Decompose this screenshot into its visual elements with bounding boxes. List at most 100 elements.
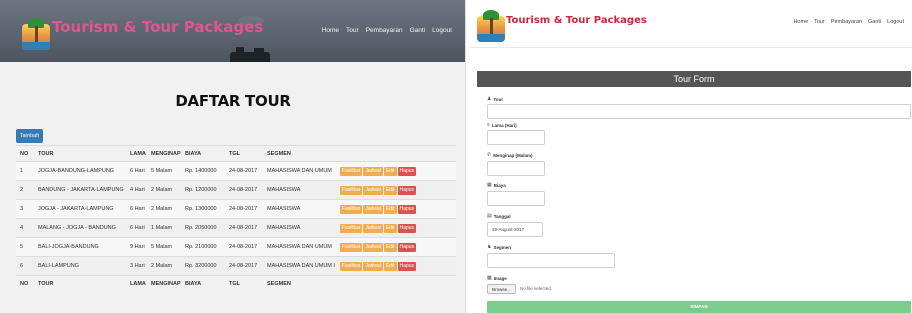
nav-tour[interactable]: Tour xyxy=(814,19,825,25)
cell-menginap: 1 Malam xyxy=(147,218,181,238)
cell-tour: BALI-JOGJA-BANDUNG xyxy=(34,237,126,257)
no-file-text: No file selected. xyxy=(520,286,553,291)
table-row: 5 BALI-JOGJA-BANDUNG 9 Hari 5 Malam Rp. … xyxy=(16,237,456,257)
hapus-button[interactable]: Hapus xyxy=(397,242,416,252)
biaya-label: ▦ Biaya xyxy=(487,182,506,188)
hapus-button[interactable]: Hapus xyxy=(397,166,416,176)
nav-ganti[interactable]: Ganti xyxy=(410,27,426,34)
cell-lama: 9 Hari xyxy=(126,237,147,257)
cell-tgl: 24-08-2017 xyxy=(225,180,263,200)
foot-biaya: BIAYA xyxy=(181,275,225,292)
fasilitas-button[interactable]: Fasilitas xyxy=(340,223,363,233)
biaya-label-text: Biaya xyxy=(493,182,506,188)
simpan-button[interactable]: SIMPAN xyxy=(487,301,911,313)
logo-text: Tourism & Tour Packages xyxy=(506,15,647,26)
foot-segmen: SEGMEN xyxy=(263,275,336,292)
cell-tour: JOGJA-BANDUNG-LAMPUNG xyxy=(34,161,126,181)
cell-no: 1 xyxy=(16,161,34,181)
col-tgl: TGL xyxy=(225,145,263,162)
hapus-button[interactable]: Hapus xyxy=(397,204,416,214)
form-title: Tour Form xyxy=(477,71,911,87)
top-nav: Home Tour Pembayaran Ganti Logout xyxy=(322,27,452,34)
nav-ganti[interactable]: Ganti xyxy=(868,19,881,25)
nav-home[interactable]: Home xyxy=(793,19,808,25)
segmen-label-text: Segmen xyxy=(493,244,511,250)
cell-biaya: Rp. 3200000 xyxy=(181,256,225,276)
hapus-button[interactable]: Hapus xyxy=(397,223,416,233)
cell-no: 3 xyxy=(16,199,34,219)
segmen-input[interactable] xyxy=(487,253,615,268)
cell-segmen: MAHASISWA xyxy=(263,180,336,200)
hapus-button[interactable]: Hapus xyxy=(397,185,416,195)
add-button[interactable]: Tambah xyxy=(16,129,43,143)
col-segmen: SEGMEN xyxy=(263,145,336,162)
tour-list-screen: Tourism & Tour Packages Home Tour Pembay… xyxy=(0,0,466,313)
edit-button[interactable]: Edit xyxy=(383,185,397,195)
cell-no: 6 xyxy=(16,256,34,276)
edit-button[interactable]: Edit xyxy=(383,223,397,233)
tour-label: ♟ Tour xyxy=(487,96,503,102)
tanggal-label: ▤ Tanggal xyxy=(487,213,511,219)
edit-button[interactable]: Edit xyxy=(383,166,397,176)
nav-logout[interactable]: Logout xyxy=(887,19,904,25)
foot-tour: TOUR xyxy=(34,275,126,292)
foot-menginap: MENGINAP xyxy=(147,275,181,292)
nav-logout[interactable]: Logout xyxy=(432,27,452,34)
cell-menginap: 5 Malam xyxy=(147,161,181,181)
page-title: DAFTAR TOUR xyxy=(175,92,291,110)
users-icon: ♞ xyxy=(487,244,492,250)
jadwal-button[interactable]: Jadwal xyxy=(363,204,383,214)
fasilitas-button[interactable]: Fasilitas xyxy=(340,185,363,195)
lama-label: ≡ Lama (Hari) xyxy=(487,122,517,128)
cell-biaya: Rp. 1200000 xyxy=(181,180,225,200)
lama-input[interactable] xyxy=(487,130,545,145)
segmen-label: ♞ Segmen xyxy=(487,244,511,250)
phone-icon: ✆ xyxy=(487,152,492,158)
edit-button[interactable]: Edit xyxy=(383,242,397,252)
cell-tgl: 24-08-2017 xyxy=(225,199,263,219)
jadwal-button[interactable]: Jadwal xyxy=(363,242,383,252)
nav-pembayaran[interactable]: Pembayaran xyxy=(366,27,403,34)
cell-tgl: 24-08-2017 xyxy=(225,256,263,276)
jadwal-button[interactable]: Jadwal xyxy=(363,223,383,233)
cell-no: 2 xyxy=(16,180,34,200)
biaya-input[interactable] xyxy=(487,191,545,206)
edit-button[interactable]: Edit xyxy=(383,204,397,214)
foot-no: NO xyxy=(16,275,34,292)
cell-actions: Fasilitas Jadwal Edit Hapus xyxy=(336,237,456,257)
lama-label-text: Lama (Hari) xyxy=(491,122,517,128)
menginap-input[interactable] xyxy=(487,161,545,176)
cell-tgl: 24-08-2017 xyxy=(225,237,263,257)
tour-input[interactable] xyxy=(487,104,911,119)
nav-pembayaran[interactable]: Pembayaran xyxy=(831,19,862,25)
cell-tour: BALI-LAMPUNG xyxy=(34,256,126,276)
jadwal-button[interactable]: Jadwal xyxy=(363,166,383,176)
browse-button[interactable]: Browse... xyxy=(487,284,516,294)
fasilitas-button[interactable]: Fasilitas xyxy=(340,204,363,214)
nav-home[interactable]: Home xyxy=(322,27,339,34)
cell-tgl: 24-08-2017 xyxy=(225,161,263,181)
menginap-label: ✆ Menginap (Malam) xyxy=(487,152,532,158)
col-biaya: BIAYA xyxy=(181,145,225,162)
tour-form-screen: Tourism & Tour Packages Home Tour Pembay… xyxy=(470,0,912,313)
jadwal-button[interactable]: Jadwal xyxy=(363,261,383,271)
foot-lama: LAMA xyxy=(126,275,147,292)
cell-biaya: Rp. 1400000 xyxy=(181,161,225,181)
nav-tour[interactable]: Tour xyxy=(346,27,359,34)
grid-icon: ▦ xyxy=(487,182,492,188)
cell-lama: 6 Hari xyxy=(126,218,147,238)
tanggal-label-text: Tanggal xyxy=(493,213,511,219)
col-actions xyxy=(336,145,456,162)
tour-label-text: Tour xyxy=(493,96,504,102)
logo-icon xyxy=(22,18,50,54)
fasilitas-button[interactable]: Fasilitas xyxy=(340,261,363,271)
tanggal-input[interactable]: 28-August-2017 xyxy=(487,222,543,237)
fasilitas-button[interactable]: Fasilitas xyxy=(340,242,363,252)
edit-button[interactable]: Edit xyxy=(383,261,397,271)
cell-segmen: MAHASISWA xyxy=(263,218,336,238)
col-menginap: MENGINAP xyxy=(147,145,181,162)
fasilitas-button[interactable]: Fasilitas xyxy=(340,166,363,176)
hapus-button[interactable]: Hapus xyxy=(397,261,416,271)
jadwal-button[interactable]: Jadwal xyxy=(363,185,383,195)
table-row: 1 JOGJA-BANDUNG-LAMPUNG 6 Hari 5 Malam R… xyxy=(16,161,456,181)
